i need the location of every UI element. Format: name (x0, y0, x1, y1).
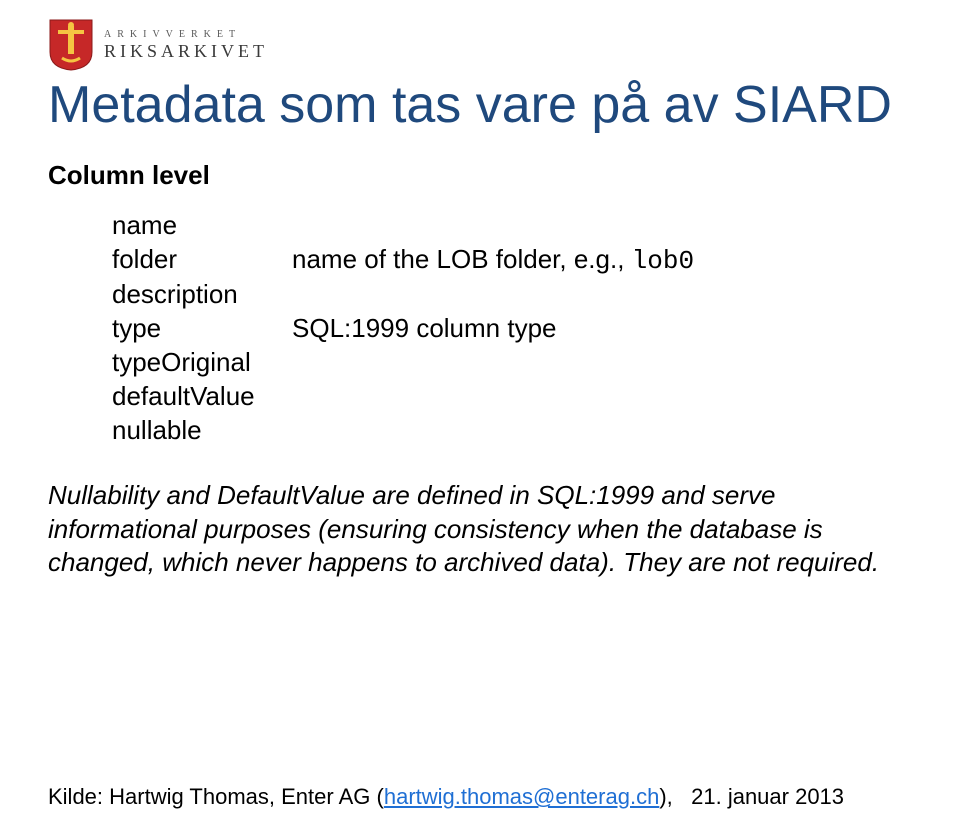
field-name: typeOriginal (112, 346, 292, 380)
field-row: typeOriginal (112, 346, 912, 380)
wordmark-line2: RIKSARKIVET (104, 42, 268, 60)
field-name: type (112, 312, 292, 346)
logo-block: ARKIVVERKET RIKSARKIVET (48, 18, 912, 72)
field-name: nullable (112, 414, 292, 448)
field-row: defaultValue (112, 380, 912, 414)
crest-icon (48, 18, 94, 72)
field-desc: name of the LOB folder, e.g., lob0 (292, 243, 694, 279)
field-desc-code: lob0 (632, 246, 694, 276)
wordmark: ARKIVVERKET RIKSARKIVET (104, 30, 268, 60)
field-desc-text: name of the LOB folder, e.g., (292, 244, 632, 274)
note-paragraph: Nullability and DefaultValue are defined… (48, 479, 912, 579)
source-prefix: Kilde: Hartwig Thomas, Enter AG ( (48, 784, 384, 809)
section-label: Column level (48, 160, 912, 191)
source-email-link[interactable]: hartwig.thomas@enterag.ch (384, 784, 659, 809)
source-middle: ), (659, 784, 672, 809)
field-row: name (112, 209, 912, 243)
source-line: Kilde: Hartwig Thomas, Enter AG (hartwig… (48, 782, 912, 812)
field-row: type SQL:1999 column type (112, 312, 912, 346)
source-date: 21. januar 2013 (691, 784, 844, 809)
fields-block: name folder name of the LOB folder, e.g.… (112, 209, 912, 448)
field-desc: SQL:1999 column type (292, 312, 557, 346)
field-row: description (112, 278, 912, 312)
wordmark-line1: ARKIVVERKET (104, 30, 268, 40)
page-title: Metadata som tas vare på av SIARD (48, 76, 912, 136)
field-row: folder name of the LOB folder, e.g., lob… (112, 243, 912, 279)
field-row: nullable (112, 414, 912, 448)
field-name: folder (112, 243, 292, 279)
field-name: name (112, 209, 292, 243)
field-name: defaultValue (112, 380, 292, 414)
field-name: description (112, 278, 292, 312)
